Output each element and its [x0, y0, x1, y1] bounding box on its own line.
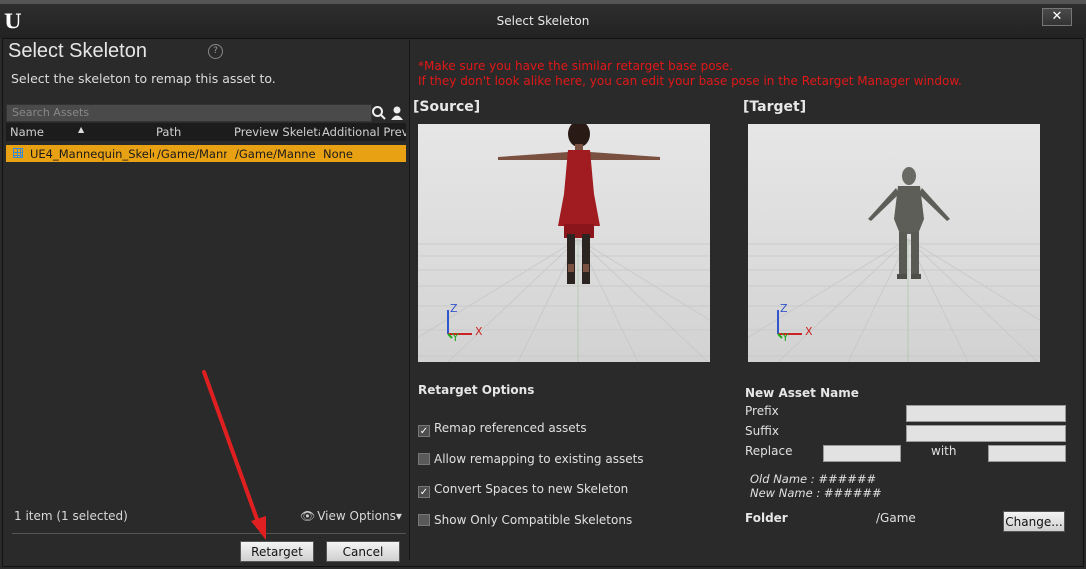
new-name-preview: New Name : ######	[750, 486, 882, 500]
axis-x-label: X	[475, 325, 483, 338]
row-additional: None	[323, 147, 354, 161]
title-bar: U Select Skeleton ✕	[0, 0, 1086, 38]
warning-line-2: If they don't look alike here, you can e…	[418, 74, 962, 88]
prefix-label: Prefix	[745, 404, 779, 418]
item-count: 1 item (1 selected)	[14, 509, 128, 523]
column-additional-preview[interactable]: Additional Prev	[322, 125, 406, 139]
checkbox-unchecked[interactable]	[418, 453, 430, 465]
axis-z-label: Z	[780, 302, 788, 315]
option-label: Allow remapping to existing assets	[434, 452, 644, 466]
replace-with-field[interactable]	[988, 445, 1066, 462]
folder-label: Folder	[745, 511, 788, 525]
new-asset-name-title: New Asset Name	[745, 386, 859, 400]
column-name[interactable]: Name	[10, 125, 76, 139]
option-convert-spaces[interactable]: ✓ Convert Spaces to new Skeleton	[418, 482, 628, 498]
search-icon[interactable]	[371, 105, 387, 121]
eye-icon: 👁	[300, 509, 316, 523]
cancel-button[interactable]: Cancel	[326, 541, 400, 562]
page-title: Select Skeleton	[8, 40, 147, 62]
prefix-field[interactable]	[906, 405, 1066, 422]
retarget-button[interactable]: Retarget	[240, 541, 314, 562]
view-options-label: View Options▾	[317, 509, 402, 523]
retarget-warning: *Make sure you have the similar retarget…	[418, 59, 962, 89]
option-show-compatible[interactable]: Show Only Compatible Skeletons	[418, 513, 632, 527]
suffix-field[interactable]	[906, 425, 1066, 442]
user-filter-icon[interactable]	[389, 105, 405, 121]
option-label: Remap referenced assets	[434, 421, 587, 435]
option-remap-referenced[interactable]: ✓ Remap referenced assets	[418, 421, 587, 437]
view-options-button[interactable]: 👁 View Options▾	[300, 509, 402, 523]
option-label: Show Only Compatible Skeletons	[434, 513, 633, 527]
warning-line-1: *Make sure you have the similar retarget…	[418, 59, 734, 73]
suffix-label: Suffix	[745, 424, 779, 438]
divider	[12, 533, 406, 534]
subtitle: Select the skeleton to remap this asset …	[11, 71, 276, 86]
retarget-options-title: Retarget Options	[418, 383, 535, 397]
axis-x-label: X	[805, 325, 813, 338]
search-input[interactable]: Search Assets	[6, 104, 372, 122]
axis-y-label: Y	[782, 331, 789, 344]
option-allow-remapping[interactable]: Allow remapping to existing assets	[418, 452, 644, 466]
option-label: Convert Spaces to new Skeleton	[434, 482, 629, 496]
window-title: Select Skeleton	[496, 14, 590, 28]
target-viewport[interactable]: Z X Y	[748, 124, 1040, 362]
checkbox-unchecked[interactable]	[418, 514, 430, 526]
table-row[interactable]: UE4_Mannequin_Skele /Game/Mann /Game/Man…	[6, 145, 406, 162]
column-preview-skeleton[interactable]: Preview Skeleta	[234, 125, 320, 139]
replace-from-field[interactable]	[823, 445, 901, 462]
replace-label: Replace	[745, 444, 793, 458]
row-path: /Game/Mann	[157, 147, 227, 161]
row-name: UE4_Mannequin_Skele	[30, 147, 154, 161]
axis-z-label: Z	[450, 302, 458, 315]
help-icon[interactable]: ?	[208, 44, 223, 59]
checkbox-checked[interactable]: ✓	[418, 425, 430, 437]
change-folder-button[interactable]: Change...	[1003, 511, 1065, 532]
column-header-row: Name ▲ Path Preview Skeleta Additional P…	[6, 123, 406, 141]
row-preview: /Game/Manne	[235, 147, 316, 161]
close-button[interactable]: ✕	[1042, 8, 1072, 26]
axis-y-label: Y	[452, 331, 459, 344]
sort-arrow-icon: ▲	[78, 125, 85, 134]
source-label: [Source]	[413, 99, 481, 115]
skeleton-picker-panel: Select Skeleton ? Select the skeleton to…	[4, 40, 408, 567]
with-label: with	[931, 444, 957, 458]
folder-value: /Game	[876, 511, 916, 525]
source-viewport[interactable]: Z X Y	[418, 124, 710, 362]
old-name-preview: Old Name : ######	[750, 472, 877, 486]
skeleton-asset-icon	[13, 148, 23, 158]
column-path[interactable]: Path	[156, 125, 226, 139]
panel-divider	[409, 40, 410, 560]
checkbox-checked[interactable]: ✓	[418, 486, 430, 498]
target-label: [Target]	[743, 99, 807, 115]
